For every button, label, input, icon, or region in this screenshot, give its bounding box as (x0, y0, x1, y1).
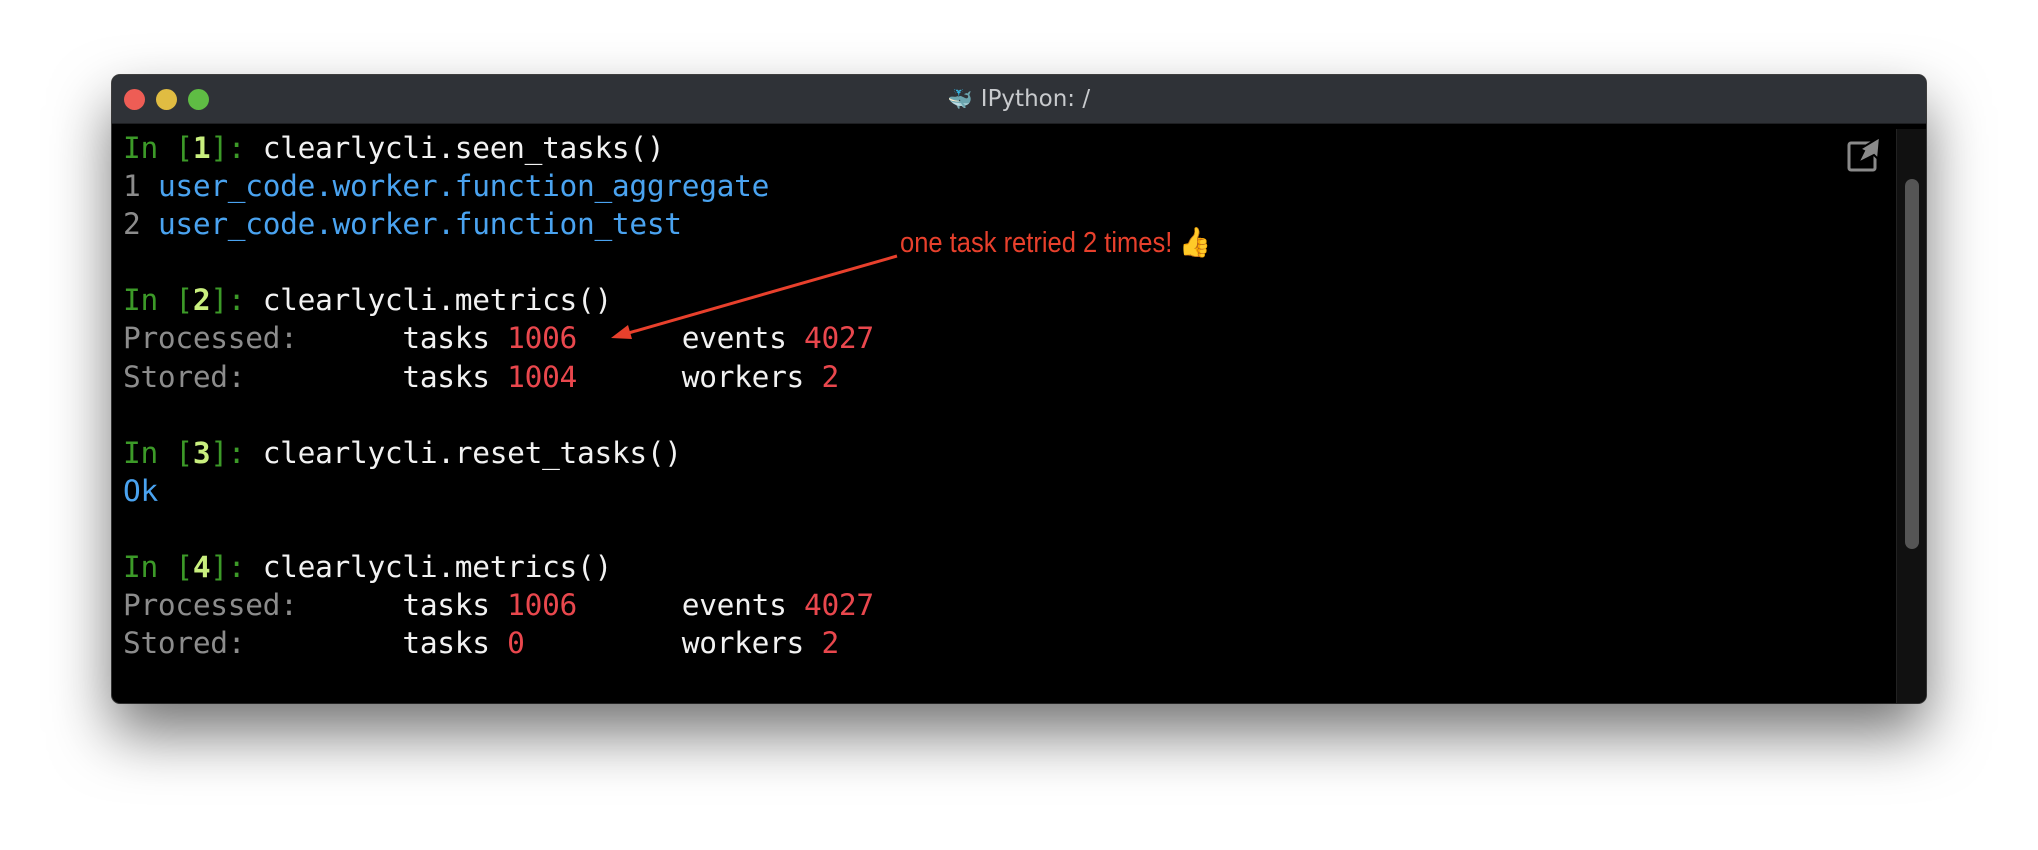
annotation-arrow (611, 254, 898, 339)
annotation-text: one task retried 2 times! 👍 (900, 227, 1212, 259)
